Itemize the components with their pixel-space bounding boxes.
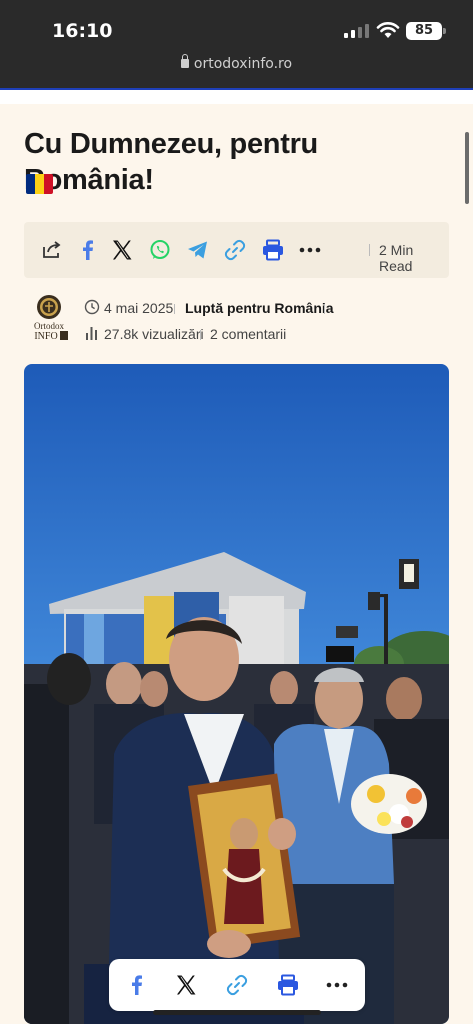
svg-text:Ortodox: Ortodox	[34, 321, 64, 331]
site-header-strip	[0, 88, 473, 104]
url-text: ortodoxinfo.ro	[193, 56, 293, 72]
category-link[interactable]: Luptă pentru România	[185, 300, 334, 316]
share-toolbar: 2 Min Read	[24, 222, 449, 278]
divider	[174, 304, 175, 314]
article-title: Cu Dumnezeu, pentru România!	[24, 128, 318, 196]
whatsapp-icon[interactable]	[148, 238, 172, 262]
views-chart-icon	[86, 327, 97, 340]
svg-text:INFO: INFO	[34, 331, 57, 342]
divider	[324, 304, 325, 314]
print-icon[interactable]	[276, 973, 300, 997]
battery-tip	[443, 28, 446, 34]
telegram-icon[interactable]	[186, 238, 210, 262]
print-icon[interactable]	[261, 238, 285, 262]
address-bar[interactable]: ortodoxinfo.ro	[0, 54, 473, 72]
floating-share-bar	[109, 959, 365, 1011]
link-icon[interactable]	[223, 238, 247, 262]
flag-stripe-red	[44, 174, 53, 194]
comments-link[interactable]: 2 comentarii	[210, 326, 286, 342]
divider	[200, 330, 201, 340]
x-icon[interactable]	[110, 238, 134, 262]
romania-flag-icon	[26, 174, 53, 194]
flag-stripe-yellow	[35, 174, 44, 194]
wifi-icon	[376, 22, 400, 38]
flag-stripe-blue	[26, 174, 35, 194]
facebook-icon[interactable]	[125, 973, 149, 997]
cellular-signal-icon	[344, 24, 369, 38]
article-photo[interactable]	[24, 364, 449, 1024]
read-time: 2 Min Read	[379, 242, 414, 274]
home-indicator[interactable]	[153, 1010, 321, 1015]
scrollbar-thumb[interactable]	[465, 132, 469, 204]
status-time: 16:10	[52, 20, 113, 42]
publish-date: 4 mai 2025	[104, 300, 174, 316]
x-icon[interactable]	[174, 973, 198, 997]
divider	[369, 244, 370, 256]
clock-icon	[84, 299, 100, 315]
status-bar: 16:10 85 ortodoxinfo.ro	[0, 0, 473, 88]
share-icon[interactable]	[40, 238, 64, 262]
battery-indicator: 85	[406, 22, 442, 40]
more-icon[interactable]	[298, 238, 322, 262]
lock-icon	[180, 54, 189, 68]
more-icon[interactable]	[325, 973, 349, 997]
ortodoxinfo-logo[interactable]: Ortodox INFO	[27, 294, 71, 344]
view-count: 27.8k vizualizări	[104, 326, 204, 342]
facebook-icon[interactable]	[76, 238, 100, 262]
link-icon[interactable]	[225, 973, 249, 997]
